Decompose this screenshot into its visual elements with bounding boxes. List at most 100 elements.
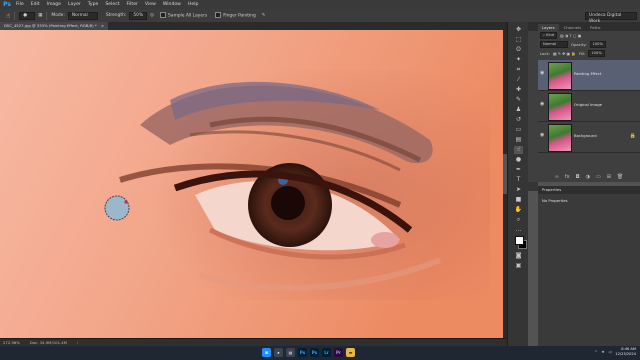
zoom-level[interactable]: 272.96%: [3, 340, 20, 345]
dodge-tool-icon[interactable]: ●: [514, 156, 523, 164]
link-layers-icon[interactable]: ∞: [555, 174, 559, 180]
layer-name: Painting Effect: [574, 71, 602, 76]
workspace-select[interactable]: Undeca Digital Work: [585, 12, 637, 24]
menu-view[interactable]: View: [145, 2, 156, 7]
tab-channels[interactable]: Channels: [560, 24, 586, 31]
history-brush-tool-icon[interactable]: ↺: [514, 116, 523, 124]
taskbar-apps: ⊞ ⌕ ▤ Ps Ps Lr Pr ▬: [262, 348, 355, 357]
eye-icon[interactable]: ◉: [540, 71, 546, 76]
fill-input[interactable]: 100%: [588, 50, 605, 57]
eye-icon[interactable]: ◉: [540, 102, 546, 107]
more-tools-icon[interactable]: …: [514, 226, 523, 234]
layers-filter-row: ⌕ Kind ▨ ◑ T ▢ ▣: [528, 31, 640, 40]
smudge-tool-icon[interactable]: ☝: [6, 12, 10, 20]
adjustment-layer-icon[interactable]: ◑: [586, 174, 590, 180]
add-mask-icon[interactable]: ◘: [576, 174, 580, 180]
layer-row-original-image[interactable]: ◉ Original Image: [538, 91, 640, 122]
kind-filter-select[interactable]: ⌕ Kind: [540, 32, 558, 39]
crop-tool-icon[interactable]: ⌗: [514, 66, 523, 74]
zoom-tool-icon[interactable]: ⌕: [514, 216, 523, 224]
fx-icon[interactable]: fx: [565, 174, 570, 180]
hand-tool-icon[interactable]: ✋: [514, 206, 523, 214]
tab-layers[interactable]: Layers: [538, 24, 559, 31]
kind-label: Kind: [546, 33, 555, 37]
layers-panel: Layers Channels Paths ⌕ Kind ▨ ◑ T ▢ ▣ N…: [528, 22, 640, 182]
folder-icon[interactable]: ▬: [346, 348, 355, 357]
pressure-strength-icon[interactable]: ◎: [150, 13, 154, 18]
lock-icons[interactable]: ▦ ✎ ✥ ▣ 🔒: [553, 51, 576, 56]
lightroom-app-icon[interactable]: Lr: [322, 348, 331, 357]
close-icon[interactable]: ×: [101, 23, 104, 28]
quick-mask-icon[interactable]: ◙: [514, 252, 523, 260]
menu-image[interactable]: Image: [47, 2, 61, 7]
healing-brush-tool-icon[interactable]: ✚: [514, 86, 523, 94]
menu-layer[interactable]: Layer: [68, 2, 81, 7]
document-tab[interactable]: DSC_4527.jpg @ 333% (Painting Effect, RG…: [0, 22, 109, 30]
doc-size: Doc: 34.9M/101.4M: [29, 340, 67, 345]
gradient-tool-icon[interactable]: ▤: [514, 136, 523, 144]
tab-paths[interactable]: Paths: [586, 24, 604, 31]
layer-row-painting-effect[interactable]: ◉ Painting Effect: [538, 60, 640, 91]
eraser-tool-icon[interactable]: ▭: [514, 126, 523, 134]
windows-taskbar: ⊞ ⌕ ▤ Ps Ps Lr Pr ▬ ^ ≋ ◁ 8:46 AM 12/23/…: [0, 346, 640, 360]
pen-tool-icon[interactable]: ✒: [514, 166, 523, 174]
photoshop-app-icon-2[interactable]: Ps: [310, 348, 319, 357]
rectangle-tool-icon[interactable]: ■: [514, 196, 523, 204]
menu-help[interactable]: Help: [188, 2, 198, 7]
menu-edit[interactable]: Edit: [31, 2, 40, 7]
status-arrow-icon[interactable]: ›: [77, 340, 79, 345]
wifi-icon[interactable]: ≋: [602, 350, 605, 354]
finger-painting-label: Finger Painting: [223, 13, 256, 19]
properties-subtitle: No Properties: [542, 198, 568, 203]
group-icon[interactable]: ▭: [596, 174, 601, 180]
layers-panel-footer: ∞ fx ◘ ◑ ▭ ⊞ 🗑: [538, 172, 640, 182]
opacity-input[interactable]: 100%: [589, 41, 606, 48]
brush-settings-icon[interactable]: ▦: [38, 13, 42, 18]
layers-panel-tabs: Layers Channels Paths: [528, 22, 640, 31]
brush-tool-icon[interactable]: ✎: [514, 96, 523, 104]
quick-selection-tool-icon[interactable]: ✦: [514, 56, 523, 64]
menu-type[interactable]: Type: [88, 2, 99, 7]
premiere-app-icon[interactable]: Pr: [334, 348, 343, 357]
clone-stamp-tool-icon[interactable]: ♟: [514, 106, 523, 114]
volume-icon[interactable]: ◁: [609, 350, 612, 354]
pen-pressure-icon[interactable]: ✎: [262, 13, 266, 18]
right-panel-dock: ▦ ◐ Layers Channels Paths ⌕ Kind ▨ ◑ T ▢…: [528, 22, 640, 346]
type-tool-icon[interactable]: T: [514, 176, 523, 184]
chevron-up-icon[interactable]: ^: [594, 350, 597, 354]
lock-row: Lock: ▦ ✎ ✥ ▣ 🔒 Fill: 100%: [528, 49, 640, 58]
strength-input[interactable]: 50%: [129, 11, 148, 20]
menu-file[interactable]: File: [16, 2, 24, 7]
path-selection-tool-icon[interactable]: ➤: [514, 186, 523, 194]
move-tool-icon[interactable]: ✥: [514, 26, 523, 34]
options-bar: ☝ ● ▦ Mode: Normal Strength: 50% ◎ Sampl…: [0, 9, 640, 24]
search-icon[interactable]: ⌕: [274, 348, 283, 357]
eye-icon[interactable]: ◉: [540, 133, 546, 138]
mode-select[interactable]: Normal: [67, 11, 98, 20]
eyedropper-tool-icon[interactable]: ⁄: [514, 76, 523, 84]
clock[interactable]: 8:46 AM 12/23/2024: [615, 347, 636, 357]
marquee-tool-icon[interactable]: ⬚: [514, 36, 523, 44]
document-canvas[interactable]: [0, 30, 503, 338]
foreground-color-swatch[interactable]: [515, 236, 524, 245]
menu-select[interactable]: Select: [105, 2, 119, 7]
menu-window[interactable]: Window: [163, 2, 181, 7]
mode-label: Mode:: [51, 13, 65, 18]
new-layer-icon[interactable]: ⊞: [607, 174, 611, 180]
status-bar: 272.96% Doc: 34.9M/101.4M ›: [0, 338, 507, 346]
smudge-tool-icon[interactable]: ☝: [514, 146, 523, 154]
blend-mode-select[interactable]: Normal: [540, 41, 568, 48]
finger-painting-checkbox[interactable]: Finger Painting: [215, 12, 256, 19]
windows-start-icon[interactable]: ⊞: [262, 348, 271, 357]
trash-icon[interactable]: 🗑: [617, 174, 623, 180]
divider: [14, 11, 16, 20]
menu-filter[interactable]: Filter: [127, 2, 138, 7]
photoshop-app-icon[interactable]: Ps: [298, 348, 307, 357]
filter-icons[interactable]: ▨ ◑ T ▢ ▣: [560, 33, 581, 38]
lasso-tool-icon[interactable]: ʘ: [514, 46, 523, 54]
brush-preset-picker[interactable]: ●: [19, 11, 36, 20]
screen-mode-icon[interactable]: ▣: [514, 262, 523, 270]
file-explorer-icon[interactable]: ▤: [286, 348, 295, 357]
layer-row-background[interactable]: ◉ Background 🔒: [538, 122, 640, 153]
sample-all-layers-checkbox[interactable]: Sample All Layers: [159, 12, 207, 19]
